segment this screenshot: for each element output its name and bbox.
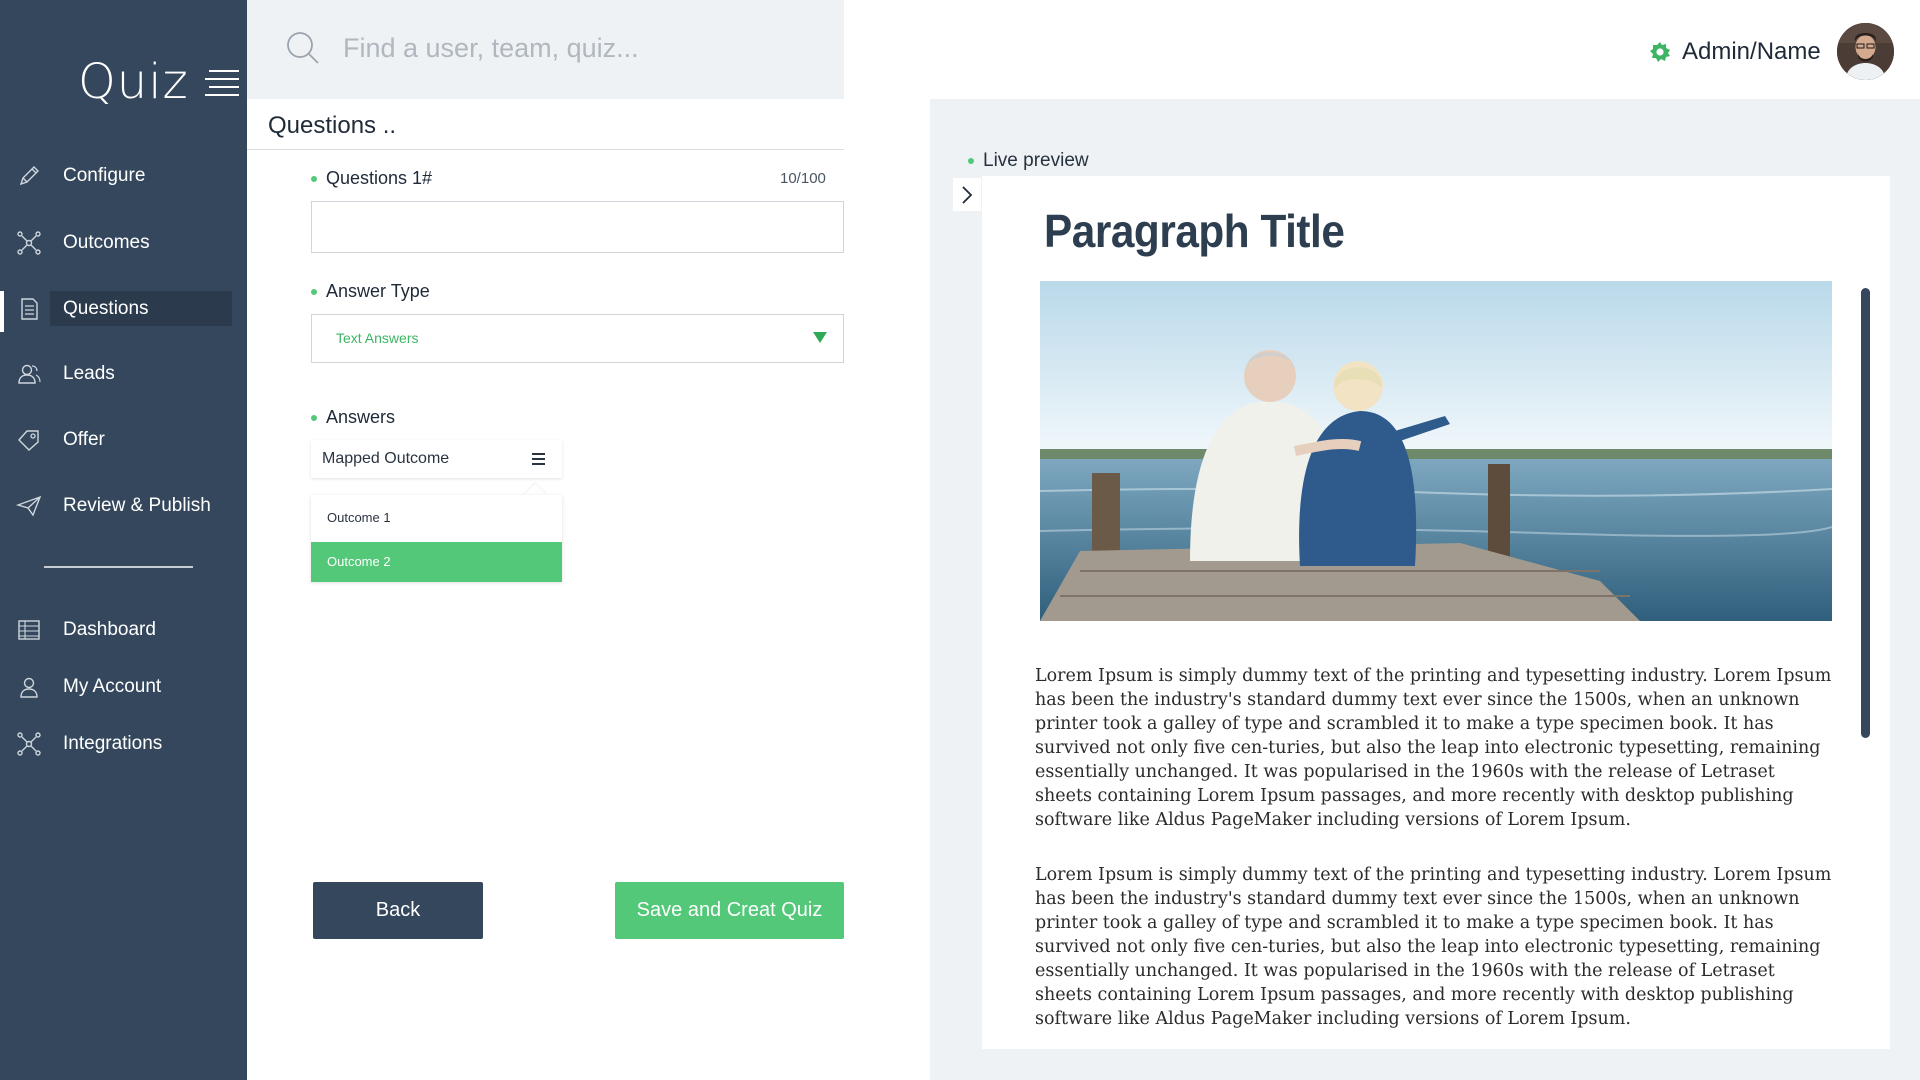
back-button[interactable]: Back: [313, 882, 483, 939]
answer-type-select[interactable]: Text Answers: [311, 314, 844, 363]
preview-paragraph: Lorem Ipsum is simply dummy text of the …: [1035, 865, 1832, 1029]
live-preview-label-text: Live preview: [983, 150, 1089, 171]
active-indicator: [0, 291, 4, 332]
paragraph-title: Paragraph Title: [1044, 205, 1345, 257]
search-icon[interactable]: [285, 30, 321, 66]
sidebar-item-integrations[interactable]: Integrations: [0, 726, 247, 762]
preview-image: [1040, 281, 1832, 621]
sidebar-item-questions[interactable]: Questions: [0, 291, 247, 332]
answers-label: Answers: [311, 407, 395, 428]
save-and-create-quiz-button[interactable]: Save and Creat Quiz: [615, 882, 844, 939]
mapped-outcome-dropdown[interactable]: Mapped Outcome: [311, 440, 562, 478]
dashboard-icon: [16, 617, 42, 643]
question-input[interactable]: [311, 201, 844, 253]
sidebar-item-offer[interactable]: Offer: [0, 422, 247, 458]
bullet-dot-icon: [311, 288, 317, 295]
answer-type-label: Answer Type: [311, 281, 430, 302]
sidebar-item-label: My Account: [63, 676, 162, 697]
outcome-option-2[interactable]: Outcome 2: [311, 542, 562, 582]
chevron-right-icon: [962, 185, 973, 204]
nav-divider: [44, 566, 193, 568]
preview-scrollbar[interactable]: [1861, 288, 1870, 738]
search-input[interactable]: [343, 26, 813, 70]
collapse-preview-button[interactable]: [953, 178, 981, 211]
user-icon: [16, 674, 42, 700]
bullet-dot-icon: [968, 158, 974, 164]
users-icon: [16, 361, 42, 387]
sidebar-item-dashboard[interactable]: Dashboard: [0, 612, 247, 648]
network-icon: [16, 230, 42, 256]
sidebar-item-my-account[interactable]: My Account: [0, 669, 247, 705]
outcome-option-1[interactable]: Outcome 1: [311, 498, 562, 538]
sidebar-item-outcomes[interactable]: Outcomes: [0, 225, 247, 261]
document-icon: [16, 296, 42, 322]
page-title: Questions ..: [268, 112, 397, 139]
sidebar-item-label: Leads: [63, 363, 115, 384]
outcome-options-list: Outcome 1 Outcome 2: [311, 495, 562, 582]
network-icon: [16, 731, 42, 757]
sidebar-item-label: Offer: [63, 429, 105, 450]
mapped-outcome-label: Mapped Outcome: [322, 450, 450, 467]
search-bar: [247, 0, 844, 99]
tag-icon: [16, 427, 42, 453]
user-menu[interactable]: Admin/Name: [1648, 38, 1821, 66]
character-counter: 10/100: [780, 170, 826, 187]
answer-type-value: Text Answers: [336, 330, 419, 346]
question-label: Questions 1#: [311, 168, 432, 189]
preview-paragraph: Lorem Ipsum is simply dummy text of the …: [1035, 666, 1832, 830]
paper-plane-icon: [15, 493, 42, 519]
sidebar-item-leads[interactable]: Leads: [0, 356, 247, 392]
preview-card: Paragraph Title Lorem Ipsum is simply du…: [982, 176, 1890, 1049]
sidebar-item-label: Review & Publish: [63, 495, 211, 516]
sidebar: Quiz Configure Outcomes Questions Leads …: [0, 0, 247, 1080]
user-name: Admin/Name: [1682, 38, 1821, 65]
gear-icon: [1648, 40, 1672, 64]
bullet-dot-icon: [311, 414, 317, 421]
answer-type-label-text: Answer Type: [326, 281, 430, 301]
live-preview-label: Live preview: [968, 150, 1089, 172]
answers-label-text: Answers: [326, 407, 396, 427]
app-logo: Quiz: [78, 54, 189, 110]
sidebar-item-configure[interactable]: Configure: [0, 158, 247, 194]
avatar[interactable]: [1837, 23, 1894, 80]
divider: [247, 149, 844, 150]
pencil-icon: [16, 163, 42, 189]
sidebar-item-label: Outcomes: [63, 232, 150, 253]
question-label-text: Questions 1#: [326, 168, 433, 188]
list-menu-icon: [532, 453, 545, 468]
sidebar-item-review-publish[interactable]: Review & Publish: [0, 488, 247, 524]
hamburger-menu-icon[interactable]: [205, 70, 239, 102]
sidebar-item-label: Questions: [63, 298, 149, 319]
sidebar-item-label: Configure: [63, 165, 146, 186]
sidebar-item-label: Integrations: [63, 733, 163, 754]
caret-down-icon: [813, 332, 827, 343]
sidebar-item-label: Dashboard: [63, 619, 156, 640]
bullet-dot-icon: [311, 175, 317, 182]
